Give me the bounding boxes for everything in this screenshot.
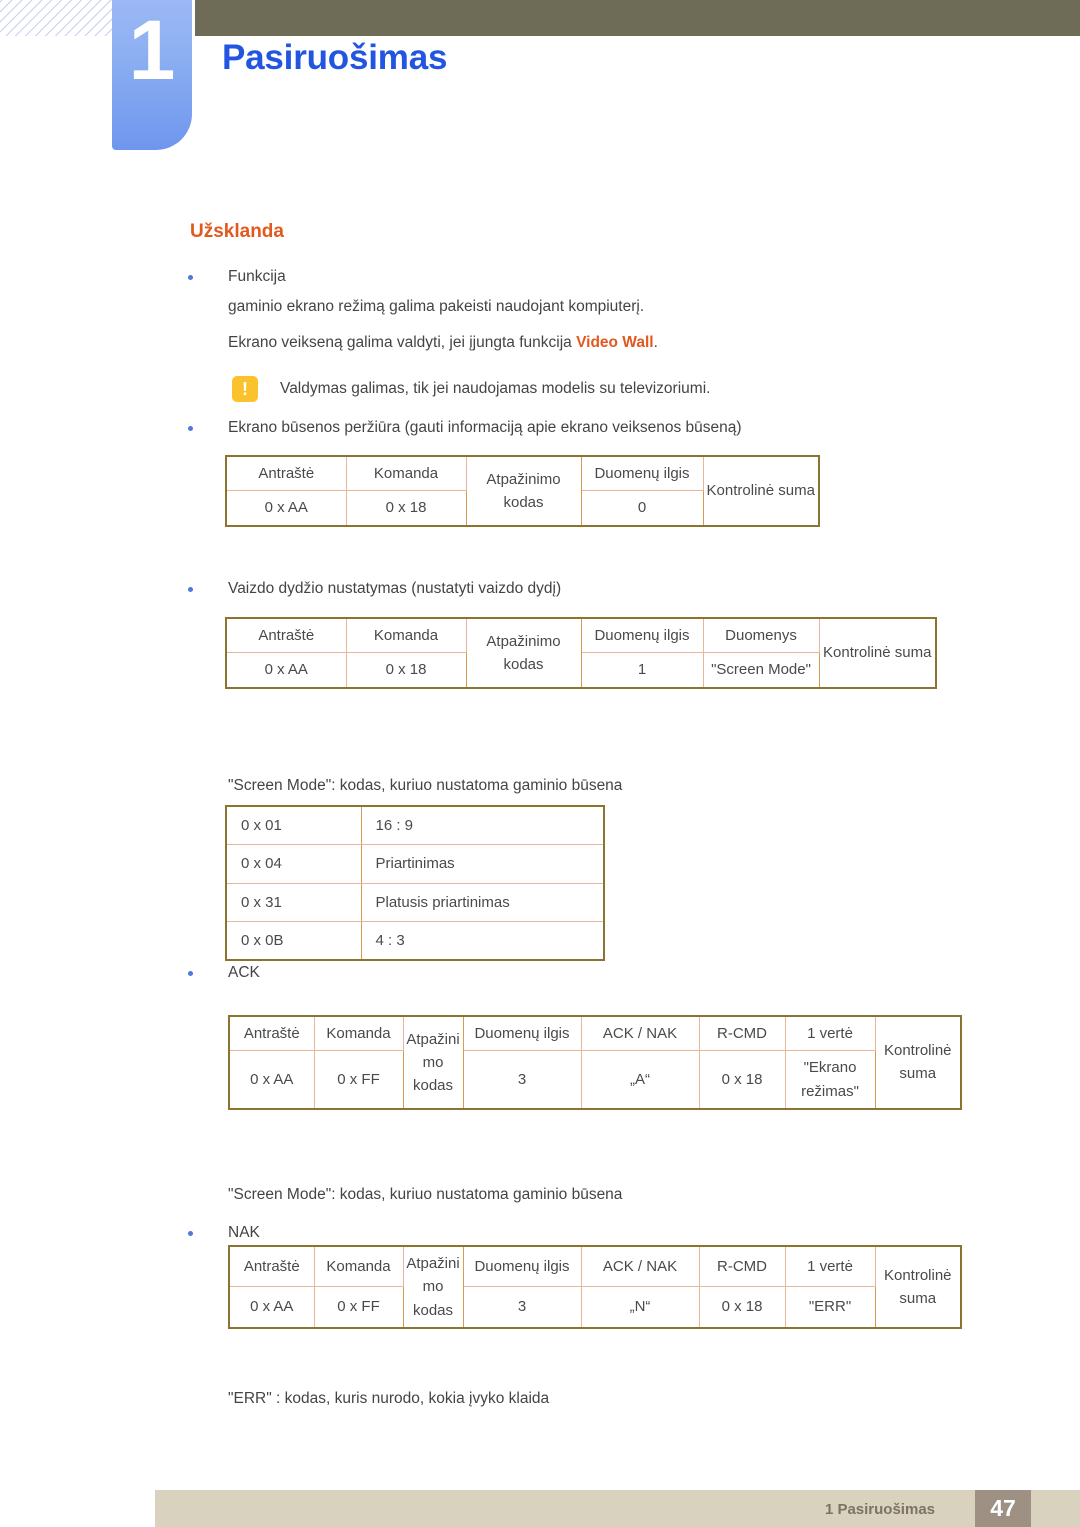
cell-header-komanda: Komanda <box>313 1015 404 1052</box>
page-title: Pasiruošimas <box>222 38 448 77</box>
cell-value-duomenys: "Screen Mode" <box>702 652 820 688</box>
page-number: 47 <box>975 1490 1031 1527</box>
cell-header-komanda: Komanda <box>313 1245 404 1288</box>
cell-header-antraste: Antraštė <box>225 455 347 492</box>
cell-header-antraste: Antraštė <box>228 1245 315 1288</box>
header-band <box>195 0 1080 36</box>
cell-header-atpazinimo-kodas: Atpažinimo kodas <box>402 1245 464 1329</box>
cell-value-ack-nak: „A“ <box>580 1050 700 1110</box>
cell-header-ack-nak: ACK / NAK <box>580 1015 700 1052</box>
cell-header-antraste: Antraštė <box>225 617 347 654</box>
footer-band <box>155 1490 1080 1527</box>
cell-value-antraste: 0 x AA <box>228 1050 315 1110</box>
cell-value-antraste: 0 x AA <box>225 490 347 526</box>
cell-code: 0 x 01 <box>225 805 362 846</box>
exclamation-icon: ! <box>232 376 258 402</box>
table-ack: Antraštė Komanda Atpažinimo kodas Duomen… <box>228 1015 962 1110</box>
footer-chapter-label: 1 Pasiruošimas <box>824 1501 935 1518</box>
chapter-number: 1 <box>128 3 176 97</box>
err-note: "ERR" : kodas, kuris nurodo, kokia įvyko… <box>228 1390 550 1407</box>
cell-code: 0 x 04 <box>225 844 362 884</box>
cell-value-komanda: 0 x FF <box>313 1286 404 1329</box>
note-box: ! Valdymas galimas, tik jei naudojamas m… <box>232 376 710 402</box>
cell-value-komanda: 0 x 18 <box>345 490 467 526</box>
chapter-tab: 1 <box>112 0 192 150</box>
cell-value-komanda: 0 x FF <box>313 1050 404 1110</box>
section-heading: Užsklanda <box>190 221 284 242</box>
cell-value-ack-nak: „N“ <box>580 1286 700 1329</box>
paragraph-line-2-suffix: . <box>653 334 658 351</box>
bullet-dot-icon <box>188 275 193 280</box>
table-row: 0 x 0B 4 : 3 <box>225 920 605 961</box>
bullet-label: Funkcija <box>228 268 286 285</box>
cell-desc: 4 : 3 <box>360 920 605 961</box>
cell-header-komanda: Komanda <box>345 617 467 654</box>
cell-header-kontroline-suma: Kontrolinė suma <box>818 617 937 688</box>
cell-header-kontroline-suma: Kontrolinė suma <box>702 455 820 526</box>
cell-header-kontroline-suma: Kontrolinė suma <box>874 1015 962 1110</box>
cell-header-atpazinimo-kodas: Atpažinimo kodas <box>465 455 582 526</box>
cell-desc: 16 : 9 <box>360 805 605 846</box>
cell-header-duomenu-ilgis: Duomenų ilgis <box>462 1015 582 1052</box>
bullet-label: Vaizdo dydžio nustatymas (nustatyti vaiz… <box>228 580 562 597</box>
screen-mode-note-1: "Screen Mode": kodas, kuriuo nustatoma g… <box>228 777 623 794</box>
cell-header-kontroline-suma: Kontrolinė suma <box>874 1245 962 1329</box>
cell-value-komanda: 0 x 18 <box>345 652 467 688</box>
cell-header-atpazinimo-kodas: Atpažinimo kodas <box>402 1015 464 1110</box>
table-row: 0 x AA 0 x FF 3 „N“ 0 x 18 "ERR" <box>228 1286 961 1329</box>
bullet-label: NAK <box>228 1224 260 1241</box>
cell-value-1-verte: "ERR" <box>784 1286 876 1329</box>
table-row: Antraštė Komanda Atpažinimo kodas Duomen… <box>225 617 937 688</box>
note-text: Valdymas galimas, tik jei naudojamas mod… <box>280 380 711 397</box>
table-screen-mode-codes: 0 x 01 16 : 9 0 x 04 Priartinimas 0 x 31… <box>225 805 605 961</box>
cell-value-duomenu-ilgis: 1 <box>580 652 704 688</box>
bullet-dot-icon <box>188 426 193 431</box>
table-status-request: Antraštė Komanda Atpažinimo kodas Duomen… <box>225 455 820 527</box>
table-row: 0 x AA 0 x FF 3 „A“ 0 x 18 "Ekrano režim… <box>228 1050 961 1110</box>
cell-header-r-cmd: R-CMD <box>698 1015 786 1052</box>
cell-value-duomenu-ilgis: 0 <box>580 490 704 526</box>
table-row: 0 x 04 Priartinimas <box>225 844 605 884</box>
cell-value-duomenu-ilgis: 3 <box>462 1286 582 1329</box>
cell-value-antraste: 0 x AA <box>225 652 347 688</box>
cell-header-duomenys: Duomenys <box>702 617 820 654</box>
cell-header-duomenu-ilgis: Duomenų ilgis <box>580 455 704 492</box>
bullet-dot-icon <box>188 1231 193 1236</box>
paragraph-line-2-prefix: Ekrano veikseną galima valdyti, jei įjun… <box>228 334 577 351</box>
bullet-dot-icon <box>188 971 193 976</box>
cell-value-r-cmd: 0 x 18 <box>698 1286 786 1329</box>
cell-value-antraste: 0 x AA <box>228 1286 315 1329</box>
bullet-label: Ekrano būsenos peržiūra (gauti informaci… <box>228 419 742 436</box>
table-row: Antraštė Komanda Atpažinimo kodas Duomen… <box>228 1245 962 1329</box>
table-row: Antraštė Komanda Atpažinimo kodas Duomen… <box>228 1015 962 1110</box>
cell-header-atpazinimo-kodas: Atpažinimo kodas <box>465 617 582 688</box>
cell-header-ack-nak: ACK / NAK <box>580 1245 700 1288</box>
bullet-label: ACK <box>228 964 260 981</box>
cell-desc: Priartinimas <box>360 844 605 884</box>
paragraph-line-2: Ekrano veikseną galima valdyti, jei įjun… <box>228 334 658 352</box>
cell-header-duomenu-ilgis: Duomenų ilgis <box>462 1245 582 1288</box>
cell-code: 0 x 31 <box>225 882 362 922</box>
bullet-dot-icon <box>188 587 193 592</box>
cell-header-1-verte: 1 vertė <box>784 1015 876 1052</box>
table-size-set: Antraštė Komanda Atpažinimo kodas Duomen… <box>225 617 937 689</box>
cell-desc: Platusis priartinimas <box>360 882 605 922</box>
cell-value-r-cmd: 0 x 18 <box>698 1050 786 1110</box>
video-wall-accent: Video Wall <box>576 334 654 351</box>
table-row: Antraštė Komanda Atpažinimo kodas Duomen… <box>225 455 820 526</box>
paragraph-line-1: gaminio ekrano režimą galima pakeisti na… <box>228 298 645 315</box>
cell-value-1-verte: "Ekrano režimas" <box>784 1050 876 1110</box>
screen-mode-note-2: "Screen Mode": kodas, kuriuo nustatoma g… <box>228 1186 623 1203</box>
table-nak: Antraštė Komanda Atpažinimo kodas Duomen… <box>228 1245 962 1329</box>
cell-header-r-cmd: R-CMD <box>698 1245 786 1288</box>
cell-code: 0 x 0B <box>225 920 362 961</box>
cell-header-antraste: Antraštė <box>228 1015 315 1052</box>
cell-header-duomenu-ilgis: Duomenų ilgis <box>580 617 704 654</box>
cell-header-1-verte: 1 vertė <box>784 1245 876 1288</box>
table-row: 0 x 31 Platusis priartinimas <box>225 882 605 922</box>
cell-value-duomenu-ilgis: 3 <box>462 1050 582 1110</box>
table-row: 0 x 01 16 : 9 <box>225 805 605 846</box>
cell-header-komanda: Komanda <box>345 455 467 492</box>
